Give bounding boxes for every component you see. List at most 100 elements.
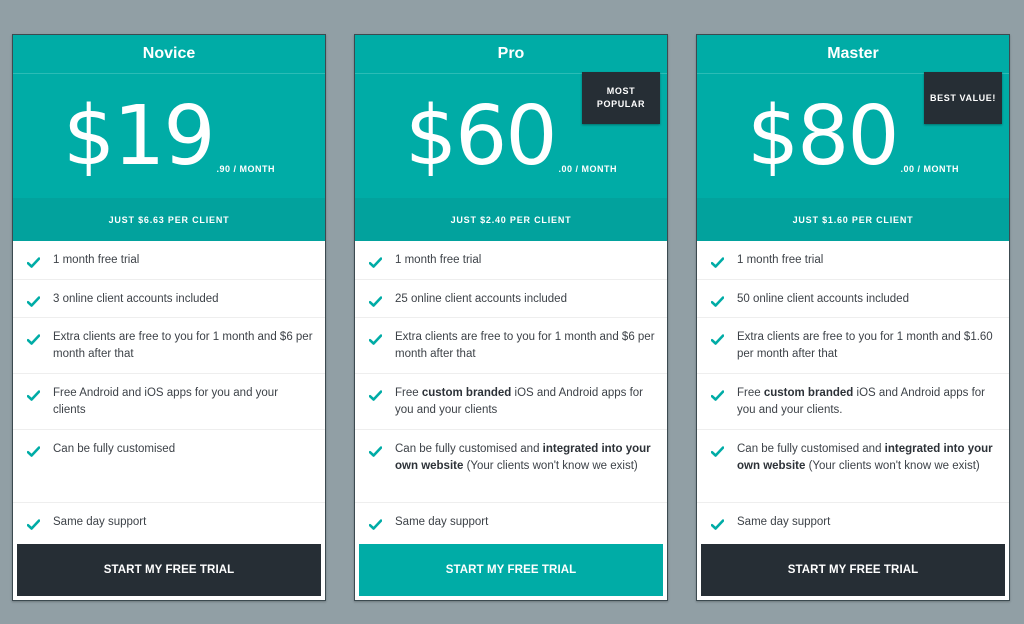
check-icon — [369, 518, 382, 531]
per-client-price: JUST $1.60 PER CLIENT — [697, 198, 1009, 241]
check-icon — [27, 389, 40, 402]
plan-name: Novice — [13, 35, 325, 74]
check-icon — [27, 256, 40, 269]
feature-item: Can be fully customised and integrated i… — [355, 430, 667, 503]
plan-badge: BEST VALUE! — [924, 72, 1002, 124]
check-icon — [27, 333, 40, 346]
feature-text-part: Free Android and iOS apps for you and yo… — [53, 387, 279, 416]
feature-item: Same day support — [697, 503, 1009, 544]
feature-text-part: Extra clients are free to you for 1 mont… — [737, 331, 993, 360]
feature-text-part: 1 month free trial — [737, 254, 824, 266]
feature-text-part: Can be fully customised and — [395, 443, 543, 455]
feature-item: Same day support — [355, 503, 667, 544]
feature-text-part: 3 online client accounts included — [53, 293, 219, 305]
price-block: MOST POPULAR $60 .00 / MONTH — [355, 72, 667, 198]
check-icon — [711, 256, 724, 269]
feature-list: 1 month free trial 3 online client accoun… — [13, 241, 325, 544]
feature-text: Extra clients are free to you for 1 mont… — [737, 329, 997, 363]
price-period: .00 / MONTH — [558, 164, 618, 174]
feature-text-part: Free — [737, 387, 764, 399]
price-block: $19 .90 / MONTH — [13, 74, 325, 198]
feature-list: 1 month free trial 25 online client accou… — [355, 241, 667, 544]
feature-item: 1 month free trial — [697, 241, 1009, 280]
price-amount: $19 — [62, 89, 216, 184]
feature-item: 1 month free trial — [13, 241, 325, 280]
price-amount: $80 — [746, 89, 900, 184]
pricing-card-novice: Novice $19 .90 / MONTH JUST $6.63 PER CL… — [12, 34, 326, 601]
feature-item: 50 online client accounts included — [697, 280, 1009, 318]
feature-highlight: custom branded — [763, 387, 854, 399]
pricing-card-master: Master BEST VALUE! $80 .00 / MONTH JUST … — [696, 34, 1010, 601]
feature-text: Same day support — [53, 514, 146, 531]
start-free-trial-button[interactable]: START MY FREE TRIAL — [701, 544, 1005, 596]
check-icon — [369, 445, 382, 458]
check-icon — [27, 518, 40, 531]
check-icon — [369, 295, 382, 308]
check-icon — [711, 445, 724, 458]
plan-name: Master — [697, 35, 1009, 74]
check-icon — [27, 295, 40, 308]
feature-text-part: Same day support — [53, 516, 147, 528]
check-icon — [711, 518, 724, 531]
feature-text-part: 25 online client accounts included — [395, 293, 567, 305]
feature-text-part: Extra clients are free to you for 1 mont… — [395, 331, 655, 360]
feature-text: 50 online client accounts included — [737, 291, 909, 308]
feature-text-part: (Your clients won't know we exist) — [463, 460, 638, 472]
feature-text: Same day support — [395, 514, 488, 531]
feature-text: 1 month free trial — [395, 252, 481, 269]
feature-highlight: custom branded — [421, 387, 512, 399]
feature-item: Free Android and iOS apps for you and yo… — [13, 374, 325, 430]
feature-item: Extra clients are free to you for 1 mont… — [697, 318, 1009, 374]
check-icon — [369, 389, 382, 402]
feature-text: Can be fully customised and integrated i… — [737, 441, 997, 475]
feature-text: Free custom branded iOS and Android apps… — [395, 385, 655, 419]
feature-text: 1 month free trial — [737, 252, 823, 269]
plan-badge: MOST POPULAR — [582, 72, 660, 124]
feature-text: Free custom branded iOS and Android apps… — [737, 385, 997, 419]
feature-text: Can be fully customised and integrated i… — [395, 441, 655, 475]
feature-text-part: Can be fully customised — [53, 443, 176, 455]
feature-text-part: 50 online client accounts included — [737, 293, 909, 305]
feature-text-part: 1 month free trial — [395, 254, 482, 266]
check-icon — [369, 256, 382, 269]
feature-item: Can be fully customised — [13, 430, 325, 503]
check-icon — [711, 389, 724, 402]
feature-text: Can be fully customised — [53, 441, 175, 458]
price-period: .90 / MONTH — [216, 164, 276, 174]
plan-name: Pro — [355, 35, 667, 74]
feature-text-part: Can be fully customised and — [737, 443, 885, 455]
pricing-card-pro: Pro MOST POPULAR $60 .00 / MONTH JUST $2… — [354, 34, 668, 601]
feature-item: Free custom branded iOS and Android apps… — [355, 374, 667, 430]
price-block: BEST VALUE! $80 .00 / MONTH — [697, 72, 1009, 198]
feature-item: 25 online client accounts included — [355, 280, 667, 318]
feature-text: Extra clients are free to you for 1 mont… — [53, 329, 313, 363]
feature-item: Free custom branded iOS and Android apps… — [697, 374, 1009, 430]
price-amount: $60 — [404, 89, 558, 184]
start-free-trial-button[interactable]: START MY FREE TRIAL — [359, 544, 663, 596]
price-period: .00 / MONTH — [900, 164, 960, 174]
per-client-price: JUST $2.40 PER CLIENT — [355, 198, 667, 241]
feature-item: Can be fully customised and integrated i… — [697, 430, 1009, 503]
feature-text: 1 month free trial — [53, 252, 139, 269]
check-icon — [711, 333, 724, 346]
feature-text: Free Android and iOS apps for you and yo… — [53, 385, 313, 419]
feature-text-part: Extra clients are free to you for 1 mont… — [53, 331, 313, 360]
feature-text: 25 online client accounts included — [395, 291, 567, 308]
start-free-trial-button[interactable]: START MY FREE TRIAL — [17, 544, 321, 596]
feature-text-part: Free — [395, 387, 422, 399]
feature-item: Extra clients are free to you for 1 mont… — [13, 318, 325, 374]
feature-text-part: 1 month free trial — [53, 254, 140, 266]
feature-text: Extra clients are free to you for 1 mont… — [395, 329, 655, 363]
check-icon — [369, 333, 382, 346]
per-client-price: JUST $6.63 PER CLIENT — [13, 198, 325, 241]
feature-item: Same day support — [13, 503, 325, 544]
feature-list: 1 month free trial 50 online client accou… — [697, 241, 1009, 544]
feature-item: Extra clients are free to you for 1 mont… — [355, 318, 667, 374]
feature-item: 1 month free trial — [355, 241, 667, 280]
check-icon — [711, 295, 724, 308]
check-icon — [27, 445, 40, 458]
feature-text: 3 online client accounts included — [53, 291, 219, 308]
feature-text-part: Same day support — [737, 516, 831, 528]
feature-text-part: (Your clients won't know we exist) — [805, 460, 980, 472]
feature-text: Same day support — [737, 514, 830, 531]
